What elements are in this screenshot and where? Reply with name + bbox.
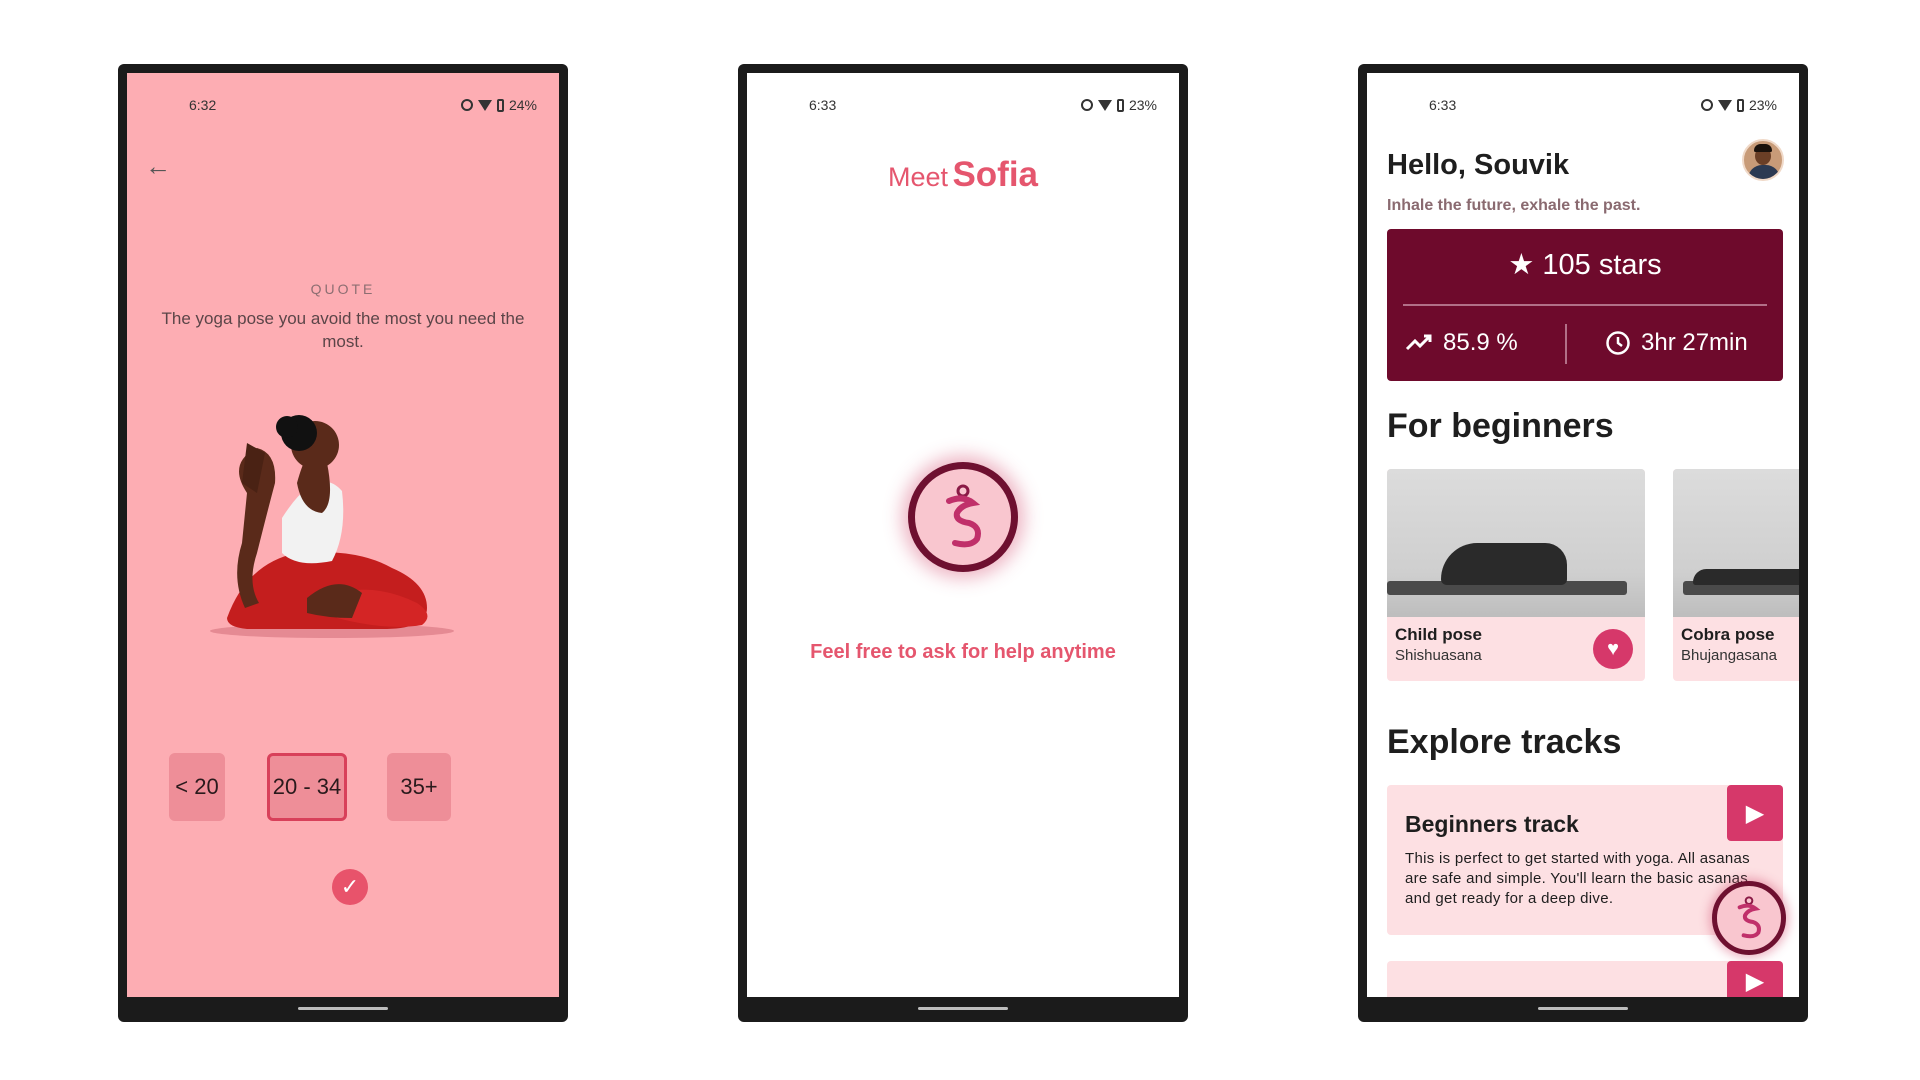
battery-level: 24%	[508, 97, 537, 113]
phone-frame-onboarding: 6:32 24% ← QUOTE The yoga pose you avoid…	[118, 64, 568, 1022]
pose-card-cobra[interactable]: Cobra pose Bhujangasana	[1673, 469, 1799, 681]
age-option-20-34[interactable]: 20 - 34	[267, 753, 347, 821]
quote-label: QUOTE	[310, 281, 376, 297]
greeting: Hello, Souvik	[1387, 149, 1570, 181]
battery-icon	[1116, 98, 1124, 112]
wifi-icon	[1717, 99, 1732, 111]
sofia-logo-icon[interactable]	[908, 462, 1018, 572]
pose-name: Child pose	[1395, 625, 1482, 644]
progress-stat: 85.9 %	[1405, 329, 1518, 357]
meet-label: Meet	[887, 162, 948, 192]
wifi-icon	[1097, 99, 1112, 111]
battery-icon	[1736, 98, 1744, 112]
stars-count: 105 stars	[1542, 249, 1662, 281]
avatar[interactable]	[1742, 139, 1784, 181]
stats-card: ★ 105 stars 85.9 % 3hr 27min	[1387, 229, 1783, 381]
pose-card-child[interactable]: Child pose Shishuasana ♥	[1387, 469, 1645, 681]
status-time: 6:33	[1429, 97, 1457, 113]
alarm-icon	[1700, 99, 1713, 111]
beginners-section-title: For beginners	[1387, 407, 1614, 445]
meet-assistant-heading: Meet Sofia	[747, 155, 1179, 195]
pose-sanskrit: Shishuasana	[1395, 647, 1482, 664]
pose-image	[1673, 469, 1799, 617]
status-bar: 6:33 23%	[1367, 97, 1799, 117]
status-bar: 6:32 24%	[127, 97, 559, 117]
sofia-assistant-fab-icon[interactable]	[1712, 881, 1786, 955]
duration-stat: 3hr 27min	[1605, 329, 1748, 357]
back-arrow-icon[interactable]: ←	[145, 151, 171, 182]
pose-name: Cobra pose	[1681, 625, 1775, 644]
status-time: 6:33	[809, 97, 837, 113]
alarm-icon	[460, 99, 473, 111]
onboarding-screen: 6:32 24% ← QUOTE The yoga pose you avoid…	[127, 73, 559, 997]
age-option-35-plus[interactable]: 35+	[387, 753, 451, 821]
play-icon[interactable]: ▶	[1727, 785, 1783, 841]
trending-up-icon	[1405, 334, 1432, 351]
wifi-icon	[477, 99, 492, 111]
home-screen: 6:33 23% Hello, Souvik Inhale the future…	[1367, 73, 1799, 997]
battery-icon	[496, 98, 504, 112]
tagline: Inhale the future, exhale the past.	[1387, 197, 1641, 214]
home-indicator[interactable]	[1538, 1007, 1628, 1010]
track-title: Beginners track	[1405, 811, 1579, 837]
tracks-section-title: Explore tracks	[1387, 723, 1622, 761]
clock-icon	[1606, 331, 1630, 355]
battery-level: 23%	[1748, 97, 1777, 113]
play-icon[interactable]: ▶	[1727, 961, 1783, 997]
stars-row: ★ 105 stars	[1387, 247, 1783, 282]
battery-level: 23%	[1128, 97, 1157, 113]
home-indicator[interactable]	[298, 1007, 388, 1010]
yoga-illustration	[210, 415, 454, 638]
assistant-intro-screen: 6:33 23% Meet Sofia Feel free to ask for…	[747, 73, 1179, 997]
pose-sanskrit: Bhujangasana	[1681, 647, 1777, 664]
favorite-heart-icon[interactable]: ♥	[1593, 629, 1633, 669]
home-indicator[interactable]	[918, 1007, 1008, 1010]
confirm-check-icon[interactable]: ✓	[332, 869, 368, 905]
phone-frame-home: 6:33 23% Hello, Souvik Inhale the future…	[1358, 64, 1808, 1022]
status-time: 6:32	[189, 97, 217, 113]
help-text: Feel free to ask for help anytime	[810, 641, 1116, 663]
stats-divider	[1403, 304, 1767, 306]
practice-duration: 3hr 27min	[1641, 329, 1748, 356]
pose-image	[1387, 469, 1645, 617]
alarm-icon	[1080, 99, 1093, 111]
phone-frame-assistant: 6:33 23% Meet Sofia Feel free to ask for…	[738, 64, 1188, 1022]
assistant-name: Sofia	[952, 155, 1039, 194]
track-card-next[interactable]: ▶	[1387, 961, 1783, 997]
age-option-under-20[interactable]: < 20	[169, 753, 225, 821]
quote-text: The yoga pose you avoid the most you nee…	[161, 309, 525, 351]
stats-vertical-divider	[1565, 324, 1567, 364]
progress-percent: 85.9 %	[1443, 329, 1518, 356]
track-description: This is perfect to get started with yoga…	[1405, 850, 1750, 907]
star-icon: ★	[1508, 249, 1535, 281]
status-bar: 6:33 23%	[747, 97, 1179, 117]
